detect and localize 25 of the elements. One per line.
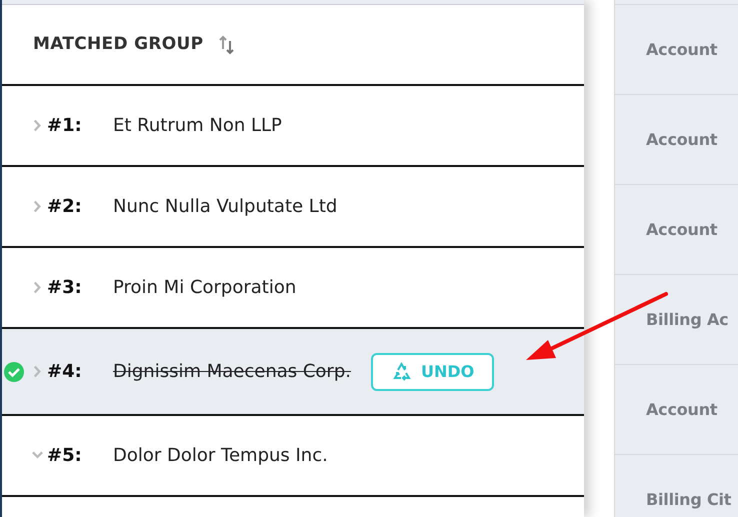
- sort-icon[interactable]: [219, 34, 236, 54]
- company-name: Dolor Dolor Tempus Inc.: [113, 444, 328, 468]
- field-label: Account: [646, 38, 718, 60]
- check-icon: [4, 362, 24, 382]
- field-label: Billing Cit: [646, 488, 732, 510]
- company-name: Dignissim Maecenas Corp.: [113, 360, 351, 384]
- field-label: Account: [646, 128, 718, 150]
- field-label: Billing Ac: [646, 308, 728, 330]
- field-label: Account: [646, 218, 718, 240]
- field-label: Account: [646, 398, 718, 420]
- chevron-icon[interactable]: [32, 119, 43, 132]
- table-row[interactable]: #4: Dignissim Maecenas Corp. UNDO: [2, 329, 584, 416]
- chevron-icon[interactable]: [32, 281, 43, 294]
- row-number: #2:: [47, 195, 83, 219]
- company-name: Proin Mi Corporation: [113, 276, 296, 300]
- row-number: #4:: [47, 360, 83, 384]
- row-number: #5:: [47, 444, 83, 468]
- row-number: #1:: [47, 114, 83, 138]
- column-header[interactable]: MATCHED GROUP: [33, 32, 204, 58]
- chevron-icon[interactable]: [32, 200, 43, 213]
- chevron-icon[interactable]: [32, 365, 43, 378]
- company-name: Nunc Nulla Vulputate Ltd: [113, 195, 338, 219]
- company-name: Et Rutrum Non LLP: [113, 114, 282, 138]
- row-number: #3:: [47, 276, 83, 300]
- recycle-icon: [390, 360, 413, 382]
